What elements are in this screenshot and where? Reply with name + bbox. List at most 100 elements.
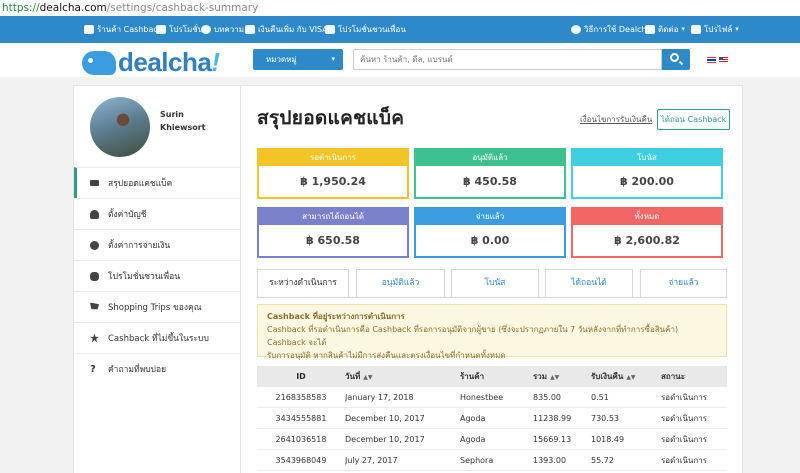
tabs-divider: [257, 297, 727, 298]
top-nav: ร้านค้า Cashback โปรโมชั่น บทความ เงินคื…: [0, 16, 800, 43]
sidebar-item-invite-friends[interactable]: โปรโมชั่นชวนเพื่อน: [74, 260, 240, 291]
col-header-refund[interactable]: รับเงินคืน ▲▼: [591, 370, 661, 383]
user-icon: [691, 25, 701, 34]
cashback-table: ID วันที่ ▲▼ ร้านค้า รวม ▲▼ รับเงินคืน ▲▼ ส…: [257, 366, 727, 471]
search-input[interactable]: [353, 49, 662, 70]
category-dropdown[interactable]: หมวดหมู่ ▾: [253, 49, 343, 70]
cell-store: Agoda: [460, 434, 486, 444]
url-host: dealcha.com: [39, 2, 107, 14]
summary-card-bonus: โบนัส ฿ 200.00: [571, 148, 723, 199]
card-value: ฿ 200.00: [620, 175, 674, 188]
withdraw-cashback-button[interactable]: ได้ถอน Cashback: [657, 109, 730, 130]
sort-icon: ▲▼: [550, 374, 560, 381]
sidebar-item-account-settings[interactable]: ตั้งค่าบัญชี: [74, 198, 240, 229]
avatar: [90, 97, 150, 157]
sidebar-menu: สรุปยอดแคชแบ็ค ตั้งค่าบัญชี ตั้งค่าการจ่…: [74, 167, 240, 384]
card-label: รอดำเนินการ: [259, 150, 407, 166]
card-label: สามารถได้ถอนได้: [259, 209, 407, 225]
tab-bonus[interactable]: โบนัส: [451, 269, 539, 297]
help-icon: [571, 25, 581, 34]
cell-date: July 27, 2017: [345, 455, 398, 465]
bulb-icon: [201, 25, 211, 34]
sort-icon: ▲▼: [626, 374, 636, 381]
search-button[interactable]: [662, 49, 690, 70]
chat-icon: [90, 271, 99, 281]
card-value: ฿ 2,600.82: [614, 234, 680, 247]
question-icon: ?: [90, 363, 96, 375]
nav-item-contact[interactable]: ติดต่อ ▾: [645, 16, 685, 43]
cell-total: 11238.99: [533, 413, 572, 423]
col-header-store[interactable]: ร้านค้า: [460, 370, 533, 383]
nav-item-cashback-stores[interactable]: ร้านค้า Cashback: [84, 16, 162, 43]
cell-refund: 730.53: [591, 413, 619, 423]
sidebar-item-label: ตั้งค่าการจ่ายเงิน: [108, 241, 171, 251]
alert-text-line: รับการอนุมัติ หากสินค้าไม่มีการส่งคืนและ…: [267, 351, 506, 360]
cell-refund: 1018.49: [591, 434, 625, 444]
col-header-status[interactable]: สถานะ: [661, 370, 727, 383]
cell-total: 15669.13: [533, 434, 572, 444]
sidebar-item-cashback-summary[interactable]: สรุปยอดแคชแบ็ค: [74, 167, 240, 198]
alert-title: Cashback ที่อยู่ระหว่างการดำเนินการ: [267, 312, 405, 321]
tab-approved[interactable]: อนุมัติแล้ว: [356, 269, 445, 297]
card-label: อนุมัติแล้ว: [416, 150, 564, 166]
nav-item-articles[interactable]: บทความ: [201, 16, 244, 43]
summary-card-paid: จ่ายแล้ว ฿ 0.00: [414, 207, 566, 258]
nav-item-promotions[interactable]: โปรโมชั่น: [156, 16, 203, 43]
search-icon: [670, 53, 679, 62]
cell-total: 1393.00: [533, 455, 567, 465]
thai-flag-icon[interactable]: [707, 57, 716, 63]
col-header-date[interactable]: วันที่ ▲▼: [345, 370, 460, 383]
chevron-down-icon: ▾: [735, 25, 739, 33]
col-header-total[interactable]: รวม ▲▼: [533, 370, 591, 383]
cell-id: 3434555881: [275, 413, 327, 423]
site-header: dealcha! หมวดหมู่ ▾: [0, 43, 800, 77]
table-row: 3543968049 July 27, 2017 Sephora 1393.00…: [257, 450, 727, 471]
card-value: ฿ 650.58: [306, 234, 360, 247]
summary-card-approved: อนุมัติแล้ว ฿ 450.58: [414, 148, 566, 199]
category-label: หมวดหมู่: [266, 55, 297, 64]
dealcha-logo[interactable]: dealcha!: [82, 47, 220, 78]
cart-icon: [90, 302, 99, 310]
card-value: ฿ 450.58: [463, 175, 517, 188]
cell-status: รอดำเนินการ: [661, 455, 708, 465]
sidebar-item-label: ตั้งค่าบัญชี: [108, 210, 147, 220]
cell-store: Agoda: [460, 413, 486, 423]
nav-item-label: โปรโมชั่นชวนเพื่อน: [338, 25, 406, 34]
elephant-logo-icon: [82, 50, 116, 75]
cell-date: December 10, 2017: [345, 434, 425, 444]
cell-id: 2168358583: [275, 392, 327, 402]
url-scheme: https://: [2, 2, 40, 14]
chevron-down-icon: ▾: [681, 25, 685, 33]
cell-status: รอดำเนินการ: [661, 392, 708, 402]
table-header: ID วันที่ ▲▼ ร้านค้า รวม ▲▼ รับเงินคืน ▲▼ ส…: [257, 366, 727, 387]
sidebar-item-faq[interactable]: ? คำถามที่พบบ่อย: [74, 353, 240, 384]
sidebar-item-label: Shopping Trips ของคุณ: [108, 303, 202, 313]
tab-paid[interactable]: จ่ายแล้ว: [640, 269, 727, 297]
cell-store: Honestbee: [460, 392, 504, 402]
table-row: 3434555881 December 10, 2017 Agoda 11238…: [257, 408, 727, 429]
card-value: ฿ 1,950.24: [300, 175, 366, 188]
sidebar-item-label: สรุปยอดแคชแบ็ค: [108, 179, 173, 189]
col-header-id[interactable]: ID: [257, 372, 345, 381]
sidebar-item-payment-settings[interactable]: ตั้งค่าการจ่ายเงิน: [74, 229, 240, 260]
nav-item-how-to[interactable]: วิธีการใช้ Dealcha!: [571, 16, 655, 43]
table-row: 2641036518 December 10, 2017 Agoda 15669…: [257, 429, 727, 450]
nav-item-visa[interactable]: เงินคืนเพิ่ม กับ VISA: [245, 16, 328, 43]
address-bar[interactable]: https://dealcha.com/settings/cashback-su…: [0, 0, 800, 16]
cell-date: December 10, 2017: [345, 413, 425, 423]
nav-item-invite[interactable]: โปรโมชั่นชวนเพื่อน: [325, 16, 406, 43]
cell-refund: 55.72: [591, 455, 614, 465]
tab-withdrawable[interactable]: ได้ถอนได้: [545, 269, 633, 297]
sidebar-item-shopping-trips[interactable]: Shopping Trips ของคุณ: [74, 291, 240, 322]
sidebar-item-label: Cashback ที่ไม่ขึ้นในระบบ: [108, 334, 209, 344]
us-flag-icon[interactable]: [719, 57, 728, 63]
nav-item-label: โปรโมชั่น: [169, 25, 204, 34]
gear-icon: [90, 240, 99, 250]
nav-item-profile[interactable]: โปรไฟล์ ▾: [691, 16, 739, 43]
sidebar-item-missing-cashback[interactable]: Cashback ที่ไม่ขึ้นในระบบ: [74, 322, 240, 353]
nav-item-label: เงินคืนเพิ่ม กับ VISA: [258, 25, 328, 34]
cashback-conditions-link[interactable]: เงื่อนไขการรับเงินคืน: [580, 113, 652, 126]
store-icon: [84, 25, 94, 34]
logo-text: dealcha!: [118, 47, 220, 77]
tab-pending[interactable]: ระหว่างดำเนินการ: [257, 269, 349, 298]
